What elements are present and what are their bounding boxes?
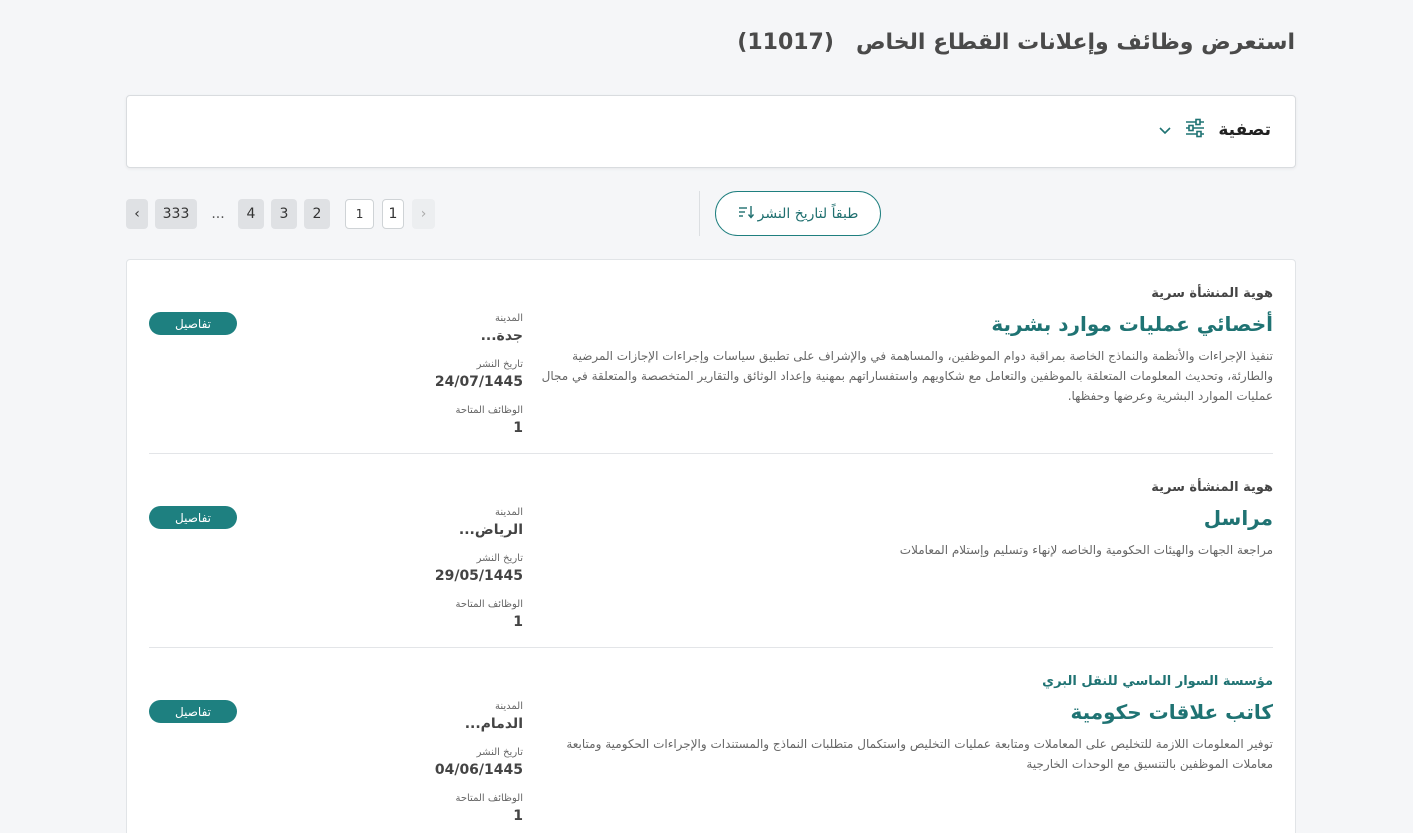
toolbar: طبقاً لتاريخ النشر ‹ 1 1 2 3 4 ... 333 › (126, 191, 1296, 237)
details-button[interactable]: تفاصيل (149, 506, 237, 529)
date-value: 29/05/1445 (434, 568, 523, 584)
page-333-button[interactable]: 333 (155, 199, 197, 229)
sliders-icon (1184, 118, 1206, 142)
details-button[interactable]: تفاصيل (149, 312, 237, 335)
city-label: المدينة (494, 701, 523, 712)
next-page-button[interactable]: › (126, 199, 148, 229)
filter-label: تصفية (1218, 120, 1271, 140)
job-org[interactable]: مؤسسة السوار الماسي للنقل البري (1042, 674, 1273, 689)
page-number-input[interactable]: 1 (345, 199, 374, 229)
job-title[interactable]: كاتب علاقات حكومية (1070, 700, 1273, 724)
sort-label: طبقاً لتاريخ النشر (757, 205, 859, 222)
date-label: تاريخ النشر (476, 359, 523, 370)
job-description: مراجعة الجهات والهيئات الحكومية والخاصه … (899, 543, 1273, 557)
sort-button[interactable]: طبقاً لتاريخ النشر (715, 191, 881, 236)
job-card: هوية المنشأة سرية مراسل مراجعة الجهات وا… (149, 454, 1273, 648)
page-1-button[interactable]: 1 (382, 199, 404, 229)
page-4-button[interactable]: 4 (238, 199, 264, 229)
city-value: جدة... (480, 328, 523, 344)
job-meta: المدينة الدمام... تاريخ النشر 04/06/1445… (413, 700, 523, 833)
page-2-button[interactable]: 2 (304, 199, 330, 229)
job-title[interactable]: أخصائي عمليات موارد بشرية (991, 312, 1273, 336)
sort-desc-icon (738, 205, 754, 223)
date-label: تاريخ النشر (476, 553, 523, 564)
city-value: الرياض... (458, 522, 523, 538)
job-title[interactable]: مراسل (1204, 506, 1273, 530)
page: استعرض وظائف وإعلانات القطاع الخاص (1101… (0, 0, 1413, 833)
vacancies-label: الوظائف المتاحة (455, 405, 523, 416)
results-count: (11017) (737, 30, 834, 55)
vacancies-label: الوظائف المتاحة (455, 599, 523, 610)
pagination-ellipsis: ... (211, 206, 225, 222)
city-label: المدينة (494, 313, 523, 324)
filter-panel: تصفية (126, 95, 1296, 168)
job-org: هوية المنشأة سرية (1151, 286, 1273, 301)
date-value: 04/06/1445 (434, 762, 523, 778)
job-meta: المدينة الرياض... تاريخ النشر 29/05/1445… (413, 506, 523, 644)
job-card: هوية المنشأة سرية أخصائي عمليات موارد بش… (149, 260, 1273, 454)
city-label: المدينة (494, 507, 523, 518)
prev-page-button[interactable]: ‹ (412, 199, 435, 229)
vacancies-value: 1 (513, 808, 523, 824)
job-description: توفير المعلومات اللازمة للتخليص على المع… (566, 737, 1273, 771)
date-value: 24/07/1445 (434, 374, 523, 390)
job-description: تنفيذ الإجراءات والأنظمة والنماذج الخاصة… (541, 349, 1273, 403)
page-3-button[interactable]: 3 (271, 199, 297, 229)
city-value: الدمام... (464, 716, 523, 732)
page-title: استعرض وظائف وإعلانات القطاع الخاص (1101… (737, 30, 1295, 55)
job-card: مؤسسة السوار الماسي للنقل البري كاتب علا… (149, 648, 1273, 833)
date-label: تاريخ النشر (476, 747, 523, 758)
job-org: هوية المنشأة سرية (1151, 480, 1273, 495)
page-title-text: استعرض وظائف وإعلانات القطاع الخاص (855, 30, 1295, 55)
toolbar-divider (699, 191, 700, 236)
job-meta: المدينة جدة... تاريخ النشر 24/07/1445 ال… (413, 312, 523, 450)
details-button[interactable]: تفاصيل (149, 700, 237, 723)
vacancies-value: 1 (513, 420, 523, 436)
vacancies-label: الوظائف المتاحة (455, 793, 523, 804)
jobs-list: هوية المنشأة سرية أخصائي عمليات موارد بش… (126, 259, 1296, 833)
vacancies-value: 1 (513, 614, 523, 630)
filter-toggle[interactable]: تصفية (1158, 118, 1271, 142)
chevron-down-icon (1158, 121, 1172, 140)
